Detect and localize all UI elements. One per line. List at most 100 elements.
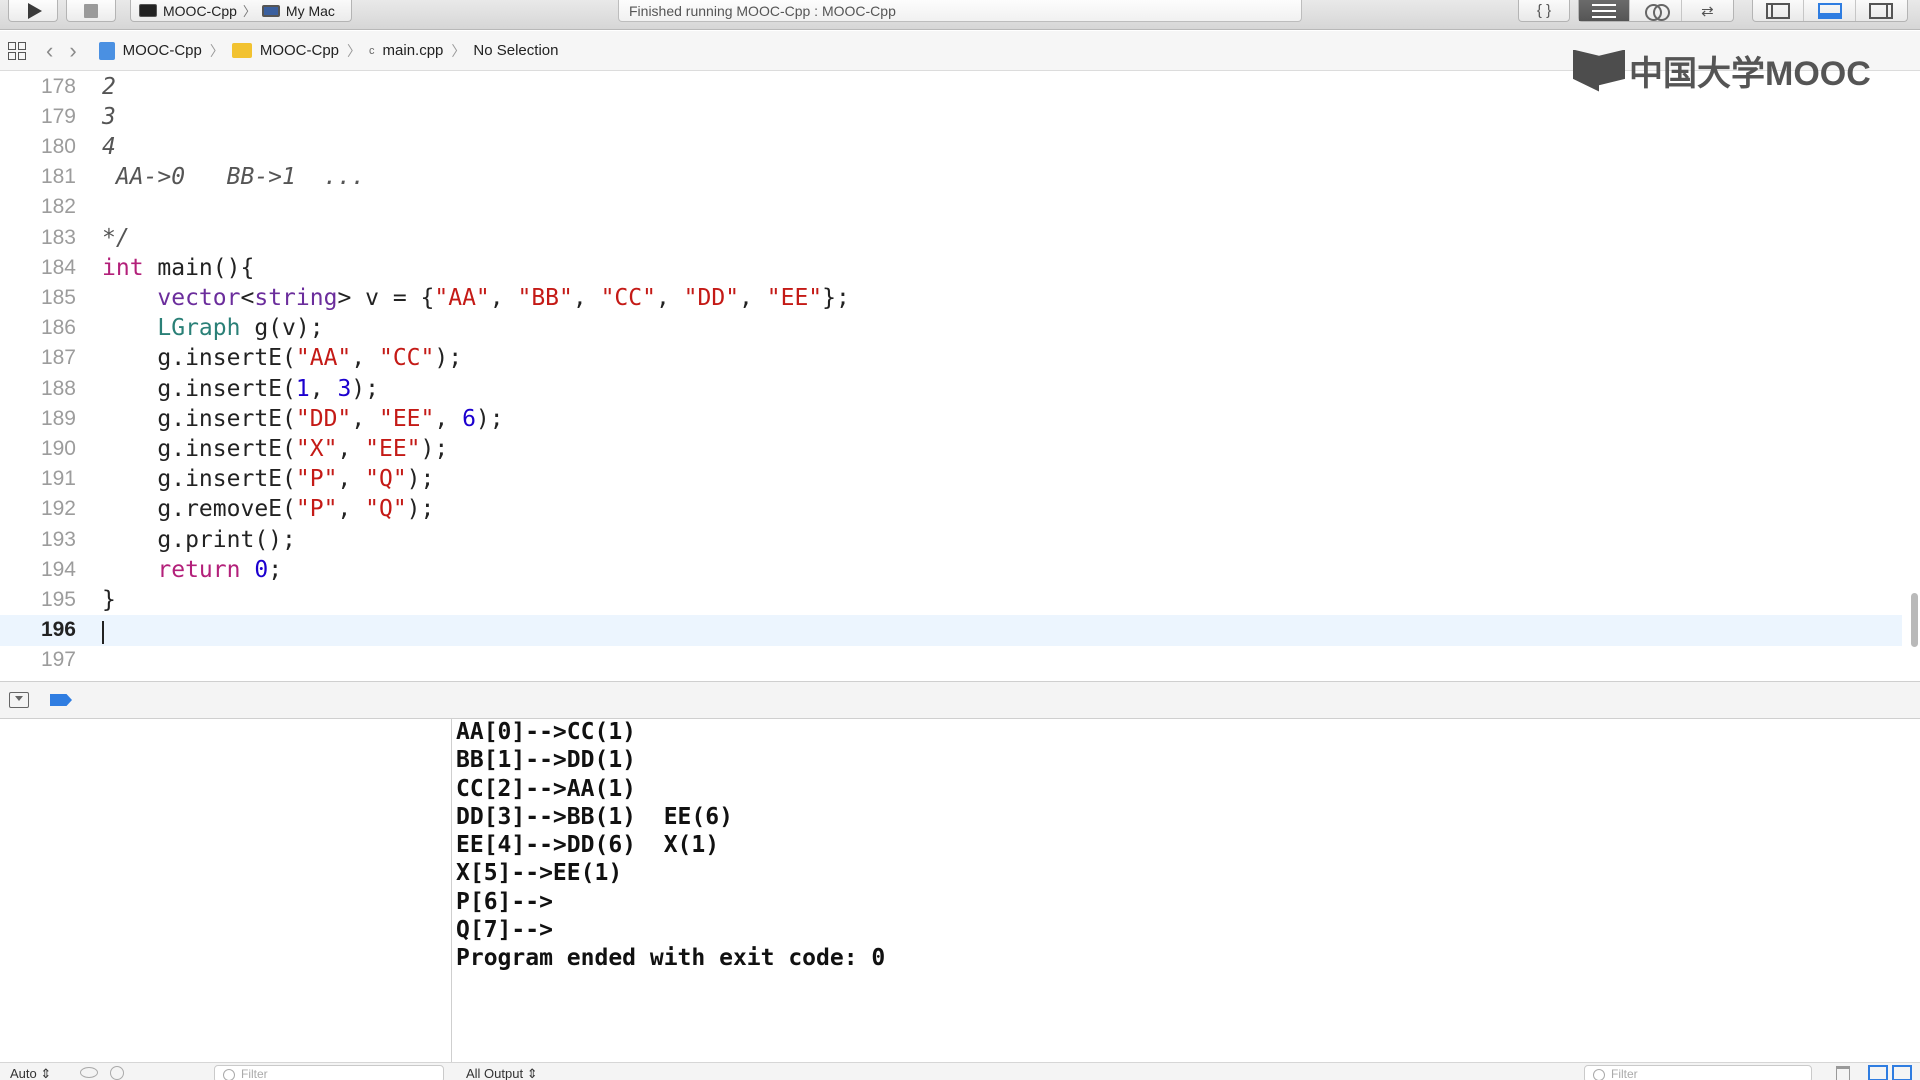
code-token: main(){ (143, 254, 255, 281)
code-line[interactable]: 191 g.insertE("P", "Q"); (0, 464, 1902, 495)
debug-area-toggle-button[interactable] (1804, 0, 1856, 21)
related-items-icon[interactable] (8, 41, 26, 60)
line-number: 178 (40, 74, 76, 98)
code-token: "DD" (683, 284, 740, 311)
code-line[interactable]: 181 AA->0 BB->1 ... (0, 162, 1902, 193)
code-token: "P" (295, 496, 338, 523)
console-output[interactable]: AA[0]-->CC(1) BB[1]-->DD(1) CC[2]-->AA(1) D… (453, 719, 1920, 1080)
breadcrumb-file[interactable]: main.cpp (383, 42, 444, 59)
back-arrow-icon[interactable]: ‹ (46, 39, 53, 62)
code-token: LGraph (157, 315, 241, 342)
trash-icon[interactable] (1836, 1066, 1850, 1080)
braces-button[interactable]: { } (1519, 0, 1569, 21)
breadcrumb-project[interactable]: MOOC-Cpp (123, 42, 202, 59)
code-line[interactable]: 185 vector<string> v = {"AA", "BB", "CC"… (0, 282, 1902, 313)
utilities-toggle-button[interactable] (1856, 0, 1907, 21)
code-token: int (102, 254, 144, 281)
scheme-selector[interactable]: MOOC-Cpp 〉 My Mac (130, 0, 352, 22)
code-line[interactable]: 189 g.insertE("DD", "EE", 6); (0, 403, 1902, 434)
code-token: return (157, 556, 241, 583)
eye-icon[interactable] (80, 1067, 98, 1078)
code-token: 1 (295, 375, 310, 402)
code-token: , (309, 375, 338, 402)
forward-arrow-icon[interactable]: › (69, 39, 76, 62)
code-line[interactable]: 195} (0, 584, 1902, 615)
line-number: 180 (40, 134, 76, 158)
code-line[interactable]: 180 4 (0, 131, 1902, 162)
code-token: , (655, 284, 684, 311)
hide-debug-area-icon[interactable] (9, 692, 29, 708)
line-number: 186 (40, 316, 76, 340)
line-number: 187 (40, 346, 76, 370)
variables-scope-select[interactable]: Auto ⇕ (10, 1066, 51, 1080)
code-line[interactable]: 183 */ (0, 222, 1902, 253)
folder-icon (231, 43, 252, 58)
code-line[interactable]: 186 LGraph g(v); (0, 313, 1902, 344)
code-line[interactable]: 197 (0, 645, 1902, 676)
code-token: > v = { (337, 284, 435, 311)
editor-scrollbar[interactable] (1911, 593, 1918, 647)
code-line[interactable]: 194 return 0; (0, 554, 1902, 585)
code-token: ); (420, 435, 449, 462)
variables-filter-input[interactable]: Filter (214, 1065, 444, 1080)
code-line[interactable]: 193 g.print(); (0, 524, 1902, 555)
watermark-text: 中国大学MOOC (1629, 55, 1871, 93)
breadcrumb-folder[interactable]: MOOC-Cpp (260, 42, 339, 59)
code-token: 0 (254, 556, 269, 583)
assistant-editor-button[interactable] (1630, 0, 1682, 21)
lines-icon (1592, 3, 1617, 18)
console-line: X[5]-->EE(1) (456, 860, 623, 887)
code-token: g(v); (240, 315, 324, 342)
code-token: "EE" (766, 284, 823, 311)
code-token: 2 (102, 73, 116, 100)
left-pane-icon (1766, 2, 1791, 19)
split-view-icon[interactable] (1868, 1065, 1912, 1080)
debug-bottom-bar: Auto ⇕ Filter All Output ⇕ Filter (0, 1062, 1920, 1080)
code-token: "DD" (295, 405, 352, 432)
code-line[interactable]: 188 g.insertE(1, 3); (0, 373, 1902, 404)
stop-button[interactable] (66, 0, 116, 22)
code-token: ); (351, 375, 379, 402)
variables-view (0, 719, 452, 1080)
line-number: 182 (40, 195, 76, 219)
code-token: g.insertE( (102, 345, 296, 372)
code-snippet-control: { } (1518, 0, 1570, 22)
code-text: g.insertE("P", "Q"); (102, 466, 434, 492)
console-line: BB[1]-->DD(1) (456, 747, 637, 774)
console-line: EE[4]-->DD(6) X(1) (456, 832, 720, 859)
view-toggle-control (1752, 0, 1908, 22)
line-number: 193 (40, 527, 76, 551)
line-number: 195 (40, 587, 76, 611)
code-line[interactable]: 190 g.insertE("X", "EE"); (0, 433, 1902, 464)
code-token: "CC" (378, 345, 435, 372)
code-token: 4 (102, 133, 116, 160)
info-icon[interactable] (110, 1066, 124, 1080)
code-token: }; (822, 284, 850, 311)
output-mode-select[interactable]: All Output ⇕ (466, 1066, 538, 1080)
code-token: , (351, 345, 379, 372)
standard-editor-button[interactable] (1579, 0, 1631, 21)
console-filter-input[interactable]: Filter (1584, 1065, 1812, 1080)
code-token: "CC" (600, 284, 656, 311)
run-button[interactable] (8, 0, 58, 22)
project-icon (98, 41, 115, 60)
code-line[interactable]: 187 g.insertE("AA", "CC"); (0, 343, 1902, 374)
code-line[interactable]: 196 (0, 614, 1902, 646)
code-line[interactable]: 179 3 (0, 101, 1902, 132)
source-editor[interactable]: 178 2 179 3 180 4 181 AA->0 BB->1 ... 182 183 */1… (0, 72, 1902, 680)
version-editor-button[interactable]: ⇄ (1682, 0, 1733, 21)
code-token: "P" (295, 466, 338, 493)
console-line: P[6]--> (456, 888, 553, 915)
rings-icon (1644, 3, 1670, 21)
code-text: g.insertE(1, 3); (102, 376, 379, 402)
code-line[interactable]: 182 (0, 192, 1902, 223)
scheme-name: MOOC-Cpp (163, 2, 237, 19)
navigator-toggle-button[interactable] (1753, 0, 1805, 21)
breadcrumb-selection[interactable]: No Selection (473, 42, 558, 59)
breakpoint-icon[interactable] (50, 694, 72, 706)
line-number: 190 (40, 436, 76, 460)
code-line[interactable]: 192 g.removeE("P", "Q"); (0, 494, 1902, 525)
code-line[interactable]: 184 int main(){ (0, 252, 1902, 283)
activity-status: Finished running MOOC-Cpp : MOOC-Cpp (629, 2, 896, 19)
